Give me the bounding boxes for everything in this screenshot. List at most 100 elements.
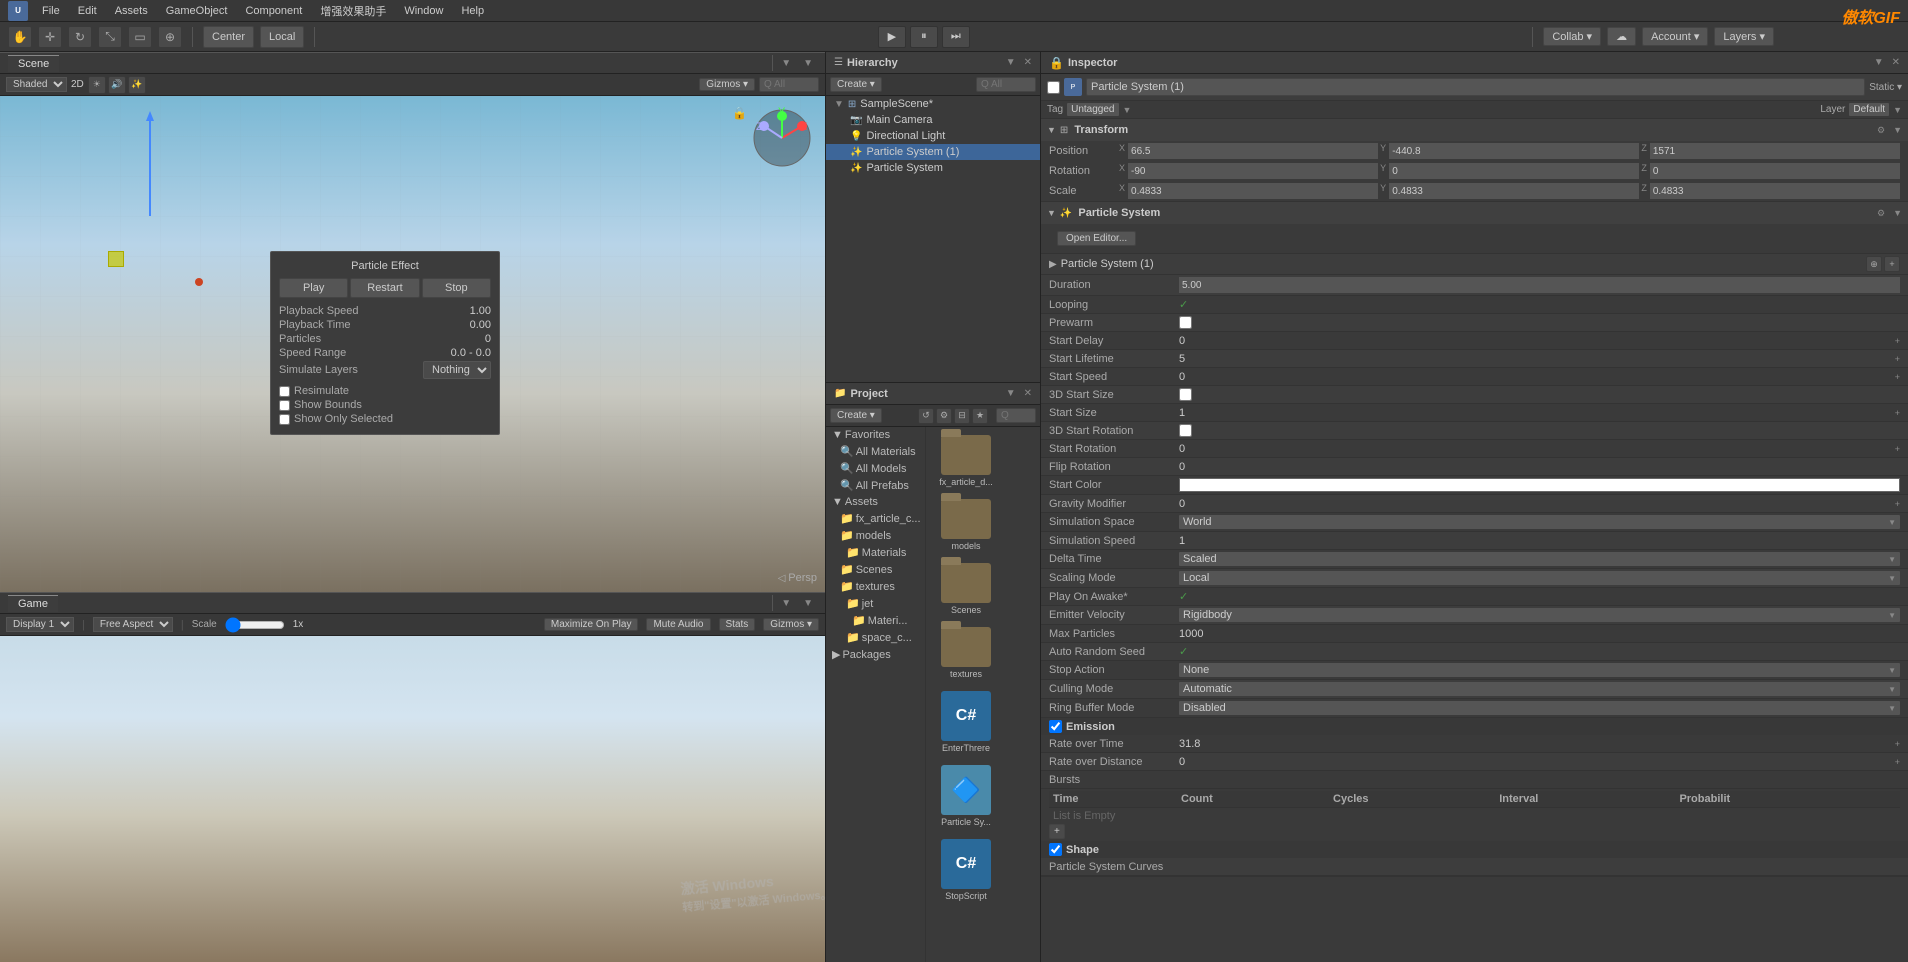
scale-y-input[interactable] — [1389, 183, 1639, 199]
proj-item-textures[interactable]: textures — [930, 623, 1002, 683]
object-active-checkbox[interactable] — [1047, 81, 1060, 94]
step-btn[interactable]: ⏭ — [942, 26, 970, 48]
proj-item-enterthrere[interactable]: C# EnterThrere — [930, 687, 1002, 757]
collab-btn[interactable]: Collab ▾ — [1543, 27, 1601, 46]
proj-item-models[interactable]: models — [930, 495, 1002, 555]
culling-mode-dropdown[interactable]: Automatic ▼ — [1179, 682, 1900, 696]
hierarchy-item-particle-system[interactable]: ✨ Particle System — [826, 160, 1040, 176]
project-close-btn[interactable]: ✕ — [1024, 388, 1032, 399]
simulate-layers-select[interactable]: Nothing — [423, 361, 491, 379]
scene-audio-btn[interactable]: 🔊 — [108, 76, 126, 94]
pos-x-input[interactable] — [1128, 143, 1378, 159]
menu-file[interactable]: File — [34, 3, 68, 19]
game-tab[interactable]: Game — [8, 595, 58, 612]
transform-menu-icon[interactable]: ▼ — [1893, 125, 1902, 135]
gravity-plus[interactable]: + — [1895, 499, 1900, 509]
rate-over-distance-plus[interactable]: + — [1895, 757, 1900, 767]
scale-z-input[interactable] — [1650, 183, 1900, 199]
cloud-btn[interactable]: ☁ — [1607, 27, 1636, 46]
hand-tool-btn[interactable]: ✋ — [8, 26, 32, 48]
materi-item[interactable]: 📁 Materi... — [826, 612, 925, 629]
play-on-awake-check[interactable]: ✓ — [1179, 590, 1188, 603]
particle-play-btn[interactable]: Play — [279, 278, 348, 298]
ring-buffer-mode-dropdown[interactable]: Disabled ▼ — [1179, 701, 1900, 715]
ps-sub-btn1[interactable]: ⊕ — [1866, 256, 1882, 272]
jet-item[interactable]: 📁 jet — [826, 595, 925, 612]
local-btn[interactable]: Local — [260, 26, 304, 48]
menu-gameobject[interactable]: GameObject — [158, 3, 236, 19]
mute-audio-btn[interactable]: Mute Audio — [646, 618, 710, 631]
rate-over-time-plus[interactable]: + — [1895, 739, 1900, 749]
transform-comp-header[interactable]: ▼ ⊞ Transform ⚙ ▼ — [1041, 119, 1908, 141]
tag-value[interactable]: Untagged — [1067, 103, 1118, 116]
center-btn[interactable]: Center — [203, 26, 254, 48]
all-prefabs-item[interactable]: 🔍 All Prefabs — [826, 477, 925, 494]
start-size-plus[interactable]: + — [1895, 408, 1900, 418]
move-tool-btn[interactable]: ✛ — [38, 26, 62, 48]
emission-checkbox[interactable] — [1049, 720, 1062, 733]
rot-x-input[interactable] — [1128, 163, 1378, 179]
pos-z-input[interactable] — [1650, 143, 1900, 159]
rot-y-input[interactable] — [1389, 163, 1639, 179]
game-gizmos-btn[interactable]: Gizmos ▾ — [763, 618, 819, 631]
shading-mode-select[interactable]: Shaded — [6, 77, 67, 92]
hierarchy-close-btn[interactable]: ✕ — [1024, 57, 1032, 68]
hierarchy-item-main-camera[interactable]: 📷 Main Camera — [826, 112, 1040, 128]
assets-header[interactable]: ▼ Assets — [826, 494, 925, 510]
start-speed-plus[interactable]: + — [1895, 372, 1900, 382]
start-rotation-plus[interactable]: + — [1895, 444, 1900, 454]
all-models-item[interactable]: 🔍 All Models — [826, 460, 925, 477]
materials-item[interactable]: 📁 Materials — [826, 544, 925, 561]
particle-system-comp-header[interactable]: ▼ ✨ Particle System ⚙ ▼ — [1041, 202, 1908, 224]
scene-tab[interactable]: Scene — [8, 55, 59, 72]
particle-restart-btn[interactable]: Restart — [350, 278, 419, 298]
all-materials-item[interactable]: 🔍 All Materials — [826, 443, 925, 460]
menu-enhance[interactable]: 增强效果助手 — [312, 1, 394, 21]
proj-item-scenes[interactable]: Scenes — [930, 559, 1002, 619]
hierarchy-menu-btn[interactable]: ▼ — [1006, 57, 1016, 68]
gizmos-btn[interactable]: Gizmos ▾ — [699, 78, 755, 91]
project-search-input[interactable] — [996, 408, 1036, 423]
show-bounds-checkbox[interactable] — [279, 400, 290, 411]
show-only-selected-checkbox[interactable] — [279, 414, 290, 425]
scenes-item[interactable]: 📁 Scenes — [826, 561, 925, 578]
account-btn[interactable]: Account ▾ — [1642, 27, 1708, 46]
3d-start-rotation-checkbox[interactable] — [1179, 424, 1192, 437]
layers-btn[interactable]: Layers ▾ — [1714, 27, 1774, 46]
3d-start-size-checkbox[interactable] — [1179, 388, 1192, 401]
scaling-mode-dropdown[interactable]: Local ▼ — [1179, 571, 1900, 585]
delta-time-dropdown[interactable]: Scaled ▼ — [1179, 552, 1900, 566]
project-refresh-btn[interactable]: ↺ — [918, 408, 934, 424]
resimulate-checkbox[interactable] — [279, 386, 290, 397]
looping-check[interactable]: ✓ — [1179, 298, 1188, 311]
scene-root[interactable]: ▼ ⊞ SampleScene* — [826, 96, 1040, 112]
pause-btn[interactable]: ⏸ — [910, 26, 938, 48]
bursts-add-btn[interactable]: + — [1049, 824, 1065, 839]
hierarchy-create-btn[interactable]: Create ▾ — [830, 77, 882, 92]
layer-value[interactable]: Default — [1849, 103, 1889, 116]
emitter-velocity-dropdown[interactable]: Rigidbody ▼ — [1179, 608, 1900, 622]
custom-tool-btn[interactable]: ⊕ — [158, 26, 182, 48]
duration-input[interactable] — [1179, 277, 1900, 293]
maximize-on-play-btn[interactable]: Maximize On Play — [544, 618, 639, 631]
scene-light-btn[interactable]: ☀ — [88, 76, 106, 94]
menu-window[interactable]: Window — [396, 3, 451, 19]
scale-tool-btn[interactable]: ⤡ — [98, 26, 122, 48]
proj-item-stopscript[interactable]: C# StopScript — [930, 835, 1002, 905]
lock-icon[interactable]: 🔒 — [732, 106, 747, 120]
open-editor-btn[interactable]: Open Editor... — [1057, 231, 1136, 246]
inspector-menu-btn[interactable]: ▼ — [1874, 57, 1884, 68]
project-columns-btn[interactable]: ⊟ — [954, 408, 970, 424]
scene-fx-btn[interactable]: ✨ — [128, 76, 146, 94]
stats-btn[interactable]: Stats — [719, 618, 756, 631]
particle-stop-btn[interactable]: Stop — [422, 278, 491, 298]
inspector-close-btn[interactable]: ✕ — [1892, 57, 1900, 68]
project-menu-btn[interactable]: ▼ — [1006, 388, 1016, 399]
proj-item-fx[interactable]: fx_article_d... — [930, 431, 1002, 491]
shape-checkbox[interactable] — [1049, 843, 1062, 856]
textures-item[interactable]: 📁 textures — [826, 578, 925, 595]
play-btn[interactable]: ▶ — [878, 26, 906, 48]
hierarchy-search-input[interactable] — [976, 77, 1036, 92]
project-create-btn[interactable]: Create ▾ — [830, 408, 882, 423]
object-name-input[interactable] — [1086, 78, 1865, 96]
